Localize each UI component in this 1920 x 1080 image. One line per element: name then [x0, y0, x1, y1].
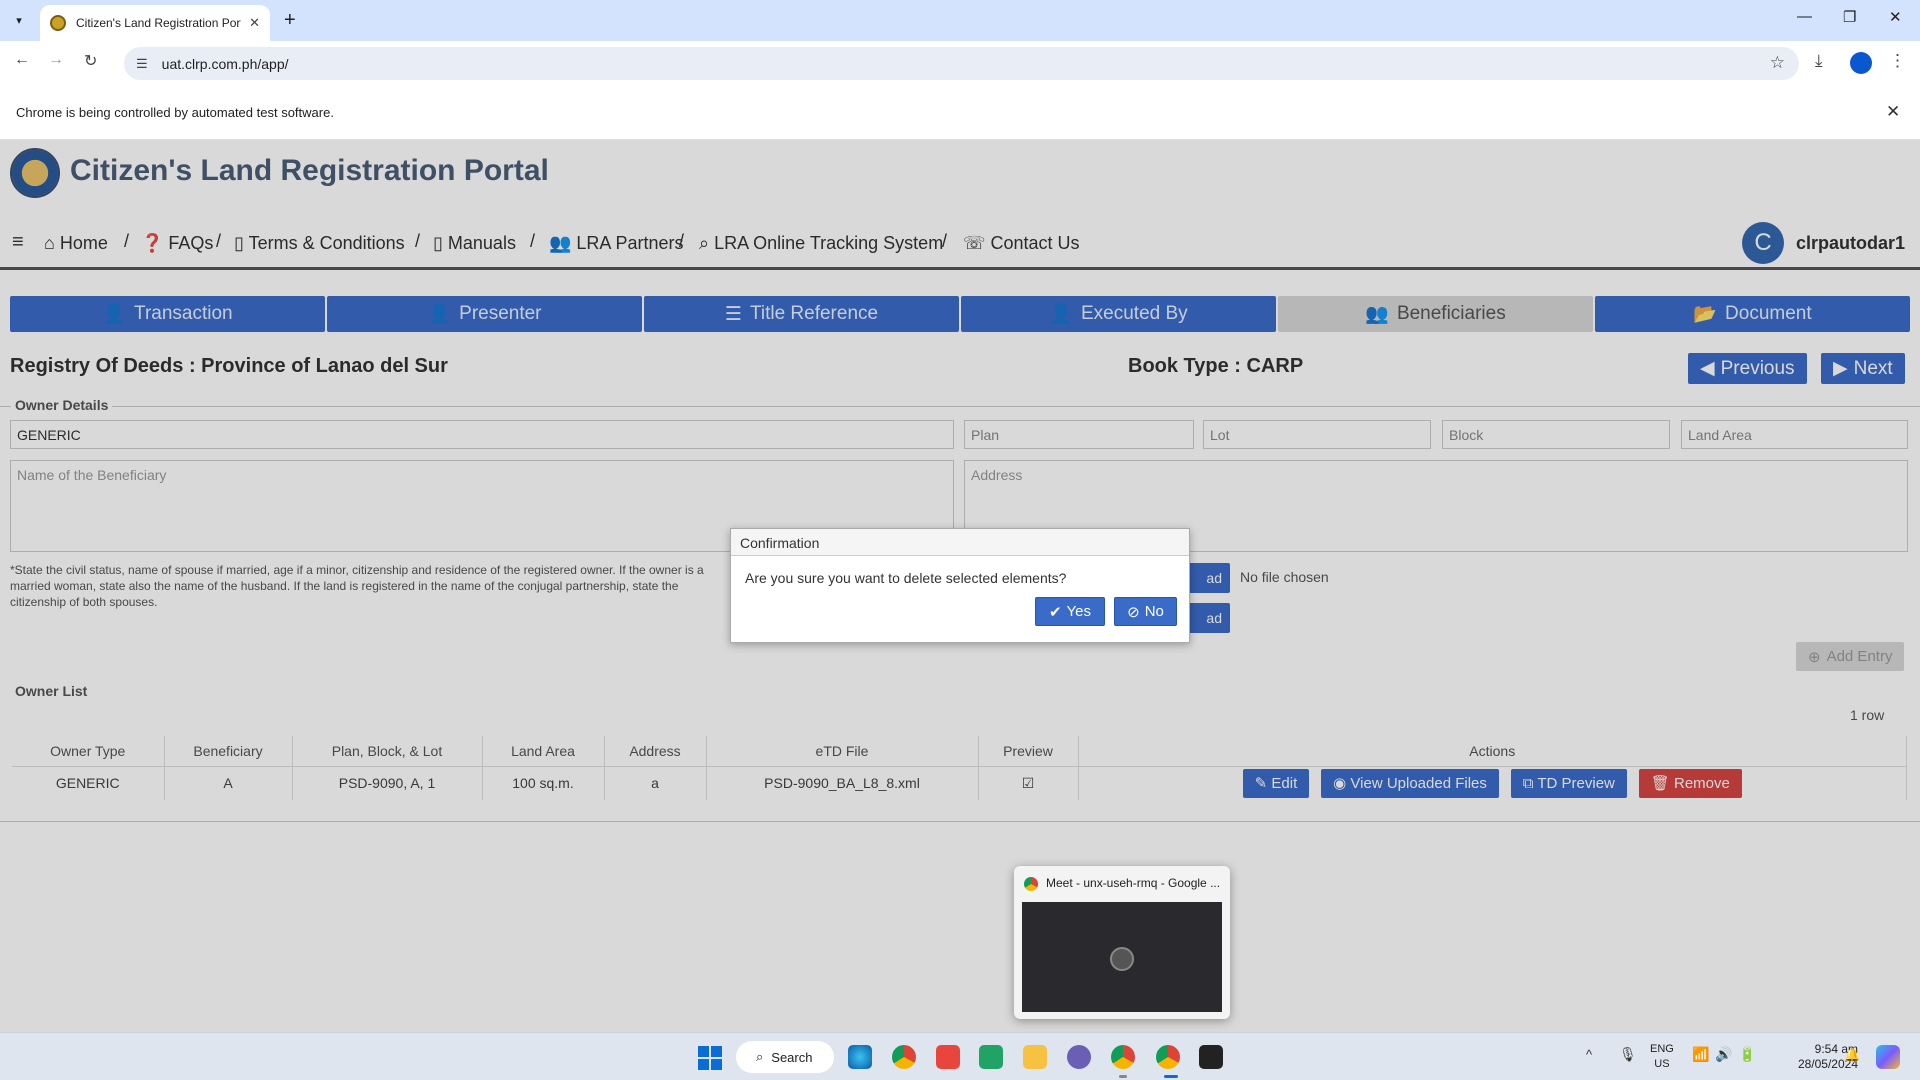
taskbar-search[interactable]: ⌕ Search [736, 1041, 834, 1073]
chrome-icon[interactable] [892, 1045, 916, 1069]
confirmation-dialog: Confirmation Are you sure you want to de… [730, 528, 1190, 643]
address-bar[interactable]: ☰ uat.clrp.com.ph/app/ ☆ [124, 47, 1799, 80]
copilot-icon[interactable] [1876, 1045, 1900, 1069]
reload-icon[interactable]: ↻ [84, 51, 97, 71]
excel-icon[interactable] [979, 1045, 1003, 1069]
chrome-icon[interactable] [1111, 1045, 1135, 1069]
wifi-volume-battery-icons[interactable]: 📶🔊🔋 [1692, 1046, 1762, 1063]
download-icon[interactable]: ⤓ [1815, 51, 1823, 71]
bookmark-star-icon[interactable]: ☆ [1770, 53, 1785, 73]
windows-taskbar: ⌕ Search ^ 🎙 ENG US 📶🔊🔋 9:54 am 28/05/2024 … [0, 1032, 1920, 1080]
search-icon: ⌕ [756, 1049, 764, 1064]
tab-search-icon[interactable]: ▾ [8, 9, 30, 31]
profile-icon[interactable] [1850, 52, 1872, 74]
automation-infobar: Chrome is being controlled by automated … [0, 84, 1920, 140]
anydesk-icon[interactable] [936, 1045, 960, 1069]
microphone-icon[interactable]: 🎙 [1619, 1046, 1637, 1063]
restore-icon[interactable]: ❐ [1843, 8, 1856, 26]
menu-icon[interactable]: ⋮ [1889, 51, 1906, 71]
site-info-icon[interactable]: ☰ [136, 56, 148, 72]
running-indicator [1119, 1075, 1127, 1078]
site-favicon-icon [50, 15, 66, 31]
ban-icon: ⊘ [1127, 603, 1140, 621]
app-icon[interactable] [1067, 1045, 1091, 1069]
notification-bell-icon[interactable]: 🔔 [1844, 1047, 1860, 1063]
dialog-title: Confirmation [731, 529, 1189, 556]
chrome-icon[interactable] [1156, 1045, 1180, 1069]
preview-image [1022, 902, 1222, 1012]
url-text: uat.clrp.com.ph/app/ [161, 55, 289, 72]
browser-toolbar: ← → ↻ ☰ uat.clrp.com.ph/app/ ☆ ⤓ ⋮ [0, 41, 1920, 84]
close-infobar-icon[interactable]: ✕ [1886, 102, 1900, 122]
back-icon[interactable]: ← [14, 51, 30, 69]
file-explorer-icon[interactable] [1023, 1045, 1047, 1069]
no-button[interactable]: ⊘ No [1114, 597, 1177, 626]
close-tab-icon[interactable]: ✕ [249, 15, 260, 31]
tab-title: Citizen's Land Registration Portal [76, 16, 242, 30]
dialog-message: Are you sure you want to delete selected… [745, 570, 1067, 586]
edge-icon[interactable] [848, 1045, 872, 1069]
taskbar-window-preview[interactable]: Meet - unx-useh-rmq - Google ... [1014, 866, 1230, 1019]
terminal-icon[interactable] [1199, 1045, 1223, 1069]
meet-avatar-icon [1110, 947, 1134, 971]
yes-button[interactable]: ✔ Yes [1035, 597, 1105, 626]
minimize-icon[interactable]: — [1797, 8, 1812, 25]
check-icon: ✔ [1048, 603, 1062, 621]
new-tab-button[interactable]: + [284, 9, 296, 31]
chrome-icon [1024, 877, 1038, 891]
forward-icon[interactable]: → [48, 51, 64, 69]
preview-title: Meet - unx-useh-rmq - Google ... [1046, 876, 1221, 890]
windows-start-icon[interactable] [698, 1046, 722, 1070]
language-indicator[interactable]: ENG US [1650, 1042, 1674, 1072]
close-window-icon[interactable]: ✕ [1889, 8, 1902, 26]
browser-tabstrip: ▾ Citizen's Land Registration Portal ✕ +… [0, 0, 1920, 41]
chevron-up-icon[interactable]: ^ [1586, 1047, 1592, 1062]
browser-tab[interactable]: Citizen's Land Registration Portal ✕ [40, 5, 270, 41]
active-indicator [1164, 1075, 1178, 1078]
infobar-message: Chrome is being controlled by automated … [16, 105, 334, 120]
